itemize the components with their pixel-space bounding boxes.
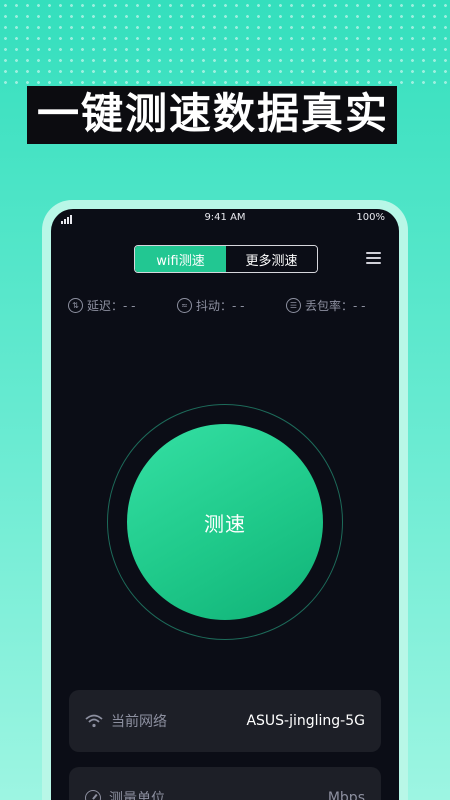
start-speedtest-label: 测速 bbox=[204, 511, 246, 536]
current-network-value: ASUS-jingling-5G bbox=[246, 713, 365, 729]
phone-frame: 9:41 AM 100% wifi测速 更多测速 ⇅ 延迟：- - ≈ 抖动：-… bbox=[42, 200, 408, 800]
metric-packet-loss: ☰ 丢包率：- - bbox=[286, 297, 365, 314]
measure-unit-card[interactable]: 测量单位 Mbps bbox=[69, 767, 381, 800]
measure-unit-label: 测量单位 bbox=[109, 791, 165, 800]
current-network-label: 当前网络 bbox=[111, 714, 167, 730]
packet-loss-label: 丢包率：- - bbox=[305, 299, 366, 313]
jitter-label: 抖动：- - bbox=[196, 299, 245, 313]
tab-wifi-speedtest[interactable]: wifi测速 bbox=[135, 246, 226, 272]
current-network-card: 当前网络 ASUS-jingling-5G bbox=[69, 690, 381, 752]
app-screen: 9:41 AM 100% wifi测速 更多测速 ⇅ 延迟：- - ≈ 抖动：-… bbox=[51, 209, 399, 800]
measure-unit-value: Mbps bbox=[327, 790, 365, 800]
packet-loss-icon: ☰ bbox=[286, 298, 301, 313]
gauge-icon bbox=[85, 790, 101, 800]
promo-headline: 一键测速数据真实 bbox=[27, 86, 398, 144]
battery-level: 100% bbox=[356, 212, 385, 223]
latency-icon: ⇅ bbox=[68, 298, 83, 313]
latency-label: 延迟：- - bbox=[87, 299, 136, 313]
metric-jitter: ≈ 抖动：- - bbox=[177, 297, 244, 314]
jitter-icon: ≈ bbox=[177, 298, 192, 313]
tab-more-speedtest[interactable]: 更多测速 bbox=[226, 246, 317, 272]
wifi-icon bbox=[85, 714, 103, 728]
metric-latency: ⇅ 延迟：- - bbox=[68, 297, 135, 314]
menu-icon[interactable] bbox=[366, 252, 381, 267]
measure-unit-label-group: 测量单位 bbox=[85, 788, 165, 800]
current-network-label-group: 当前网络 bbox=[85, 711, 167, 731]
dot-pattern bbox=[0, 0, 450, 90]
speedtest-tabs: wifi测速 更多测速 bbox=[134, 245, 318, 273]
status-bar: 9:41 AM 100% bbox=[51, 211, 399, 227]
start-speedtest-button[interactable]: 测速 bbox=[127, 424, 323, 620]
status-time: 9:41 AM bbox=[204, 212, 246, 223]
